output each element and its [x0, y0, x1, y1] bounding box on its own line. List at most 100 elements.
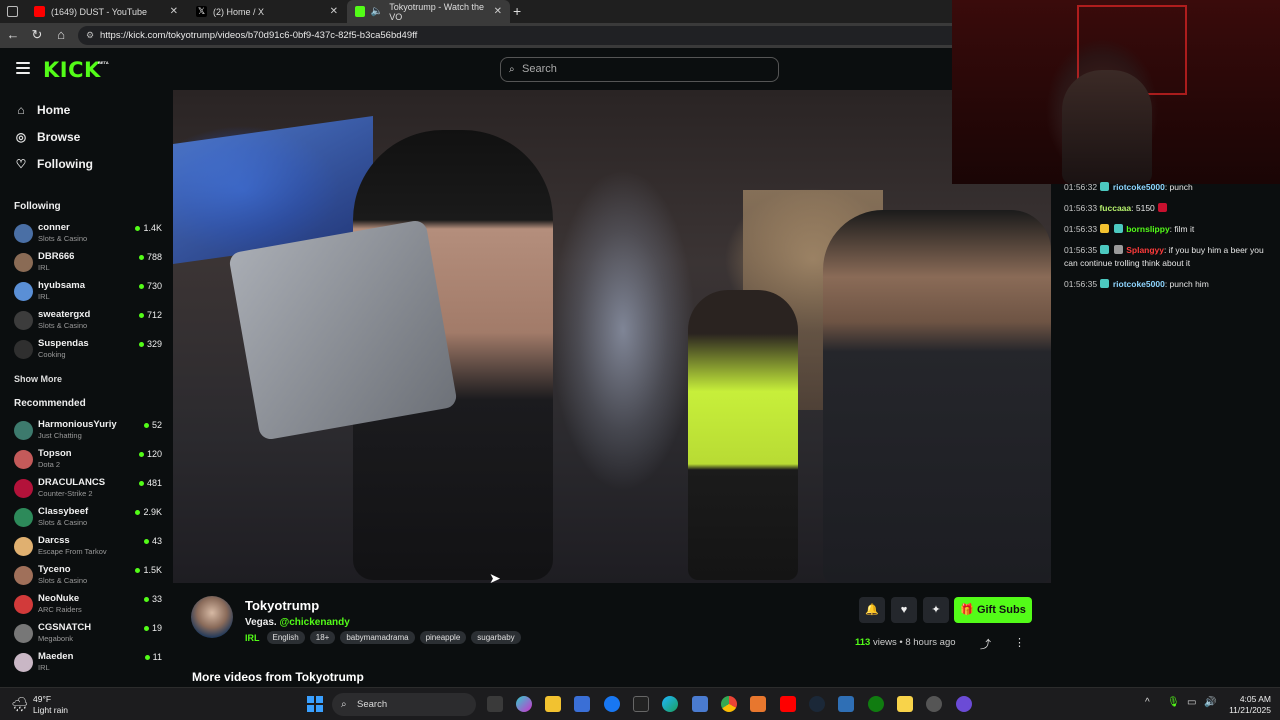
follow-button[interactable]: ♥	[891, 597, 917, 623]
new-tab-icon[interactable]: +	[513, 3, 521, 19]
channel-item[interactable]: Maeden IRL 11	[14, 650, 162, 677]
speaker-icon[interactable]: 🔈	[371, 6, 383, 17]
live-dot	[138, 312, 144, 318]
show-hidden-icons-icon[interactable]: ^	[1145, 697, 1150, 708]
steam-icon[interactable]	[809, 696, 825, 712]
search-icon: ⌕	[341, 699, 347, 710]
channel-item[interactable]: CGSNATCH Megabonk 19	[14, 621, 162, 648]
tag-chip[interactable]: 18+	[309, 631, 336, 644]
live-dot	[135, 225, 141, 231]
share-icon[interactable]: ⤴	[980, 636, 991, 652]
tab-kick[interactable]: 🔈 Tokyotrump - Watch the VO ✕	[347, 0, 510, 23]
site-info-icon[interactable]: ⚙	[86, 26, 94, 45]
notification-bell-button[interactable]: 🔔	[859, 597, 885, 623]
show-more-link[interactable]: Show More	[14, 374, 62, 384]
tag-chip[interactable]: pineapple	[419, 631, 467, 644]
url-text: https://kick.com/tokyotrump/videos/b70d9…	[100, 30, 418, 41]
facebook-icon[interactable]	[604, 696, 620, 712]
channel-item[interactable]: Tyceno Slots & Casino 1.5K	[14, 563, 162, 590]
gift-subs-button[interactable]: 🎁 Gift Subs	[954, 597, 1032, 623]
channel-item[interactable]: NeoNuke ARC Raiders 33	[14, 592, 162, 619]
channel-item[interactable]: Classybeef Slots & Casino 2.9K	[14, 505, 162, 532]
streamer-name[interactable]: Tokyotrump	[245, 598, 319, 613]
chat-username[interactable]: riotcoke5000	[1113, 279, 1165, 289]
store-icon[interactable]	[574, 696, 590, 712]
viewer-count-text: 33	[151, 594, 162, 604]
tag-chip[interactable]: English	[266, 631, 305, 644]
file-explorer-icon[interactable]	[545, 696, 561, 712]
channel-category: Slots & Casino	[38, 518, 88, 527]
windows-start-icon[interactable]	[307, 696, 323, 712]
obs-icon[interactable]	[926, 696, 942, 712]
edge-icon[interactable]	[662, 696, 678, 712]
menu-icon[interactable]	[16, 62, 30, 74]
chrome-icon[interactable]	[721, 696, 737, 712]
viewer-count: 120	[138, 449, 162, 459]
search-input[interactable]: ⌕ Search	[500, 57, 779, 82]
sidebar-item-home[interactable]: ⌂ Home	[14, 100, 70, 120]
video-player[interactable]: ➤	[173, 90, 1051, 583]
clip-button[interactable]: ✦	[923, 597, 949, 623]
channel-category: IRL	[38, 663, 50, 672]
channel-item[interactable]: HarmoniousYuriy Just Chatting 52	[14, 418, 162, 445]
network-icon[interactable]: ▭	[1187, 697, 1196, 708]
taskbar-search-label: Search	[357, 699, 388, 710]
chat-username[interactable]: bornslippy	[1126, 224, 1169, 234]
close-icon[interactable]: ✕	[170, 6, 178, 17]
xbox-icon[interactable]	[868, 696, 884, 712]
chat-username[interactable]: fuccaaa	[1099, 203, 1131, 213]
reload-icon[interactable]: ↻	[29, 27, 45, 43]
channel-item[interactable]: Topson Dota 2 120	[14, 447, 162, 474]
close-icon[interactable]: ✕	[330, 6, 338, 17]
taskbar: 🌧 49°F Light rain ⌕ Search ^ 🎙 ▭ 🔊 4:05 …	[0, 687, 1280, 720]
volume-icon[interactable]: 🔊	[1204, 697, 1216, 708]
channel-item[interactable]: Darcss Escape From Tarkov 43	[14, 534, 162, 561]
tag-chip[interactable]: sugarbaby	[471, 631, 521, 644]
url-field[interactable]: ⚙ https://kick.com/tokyotrump/videos/b70…	[78, 26, 978, 45]
channel-item[interactable]: DBR666 IRL 788	[14, 250, 162, 277]
stream-title-mention[interactable]: @chickenandy	[279, 617, 349, 628]
app-icon[interactable]	[838, 696, 854, 712]
channel-item[interactable]: hyubsama IRL 730	[14, 279, 162, 306]
channel-item[interactable]: Suspendas Cooking 329	[14, 337, 162, 364]
chat-message: 01:56:35 riotcoke5000: punch him	[1064, 278, 1274, 291]
amazon-icon[interactable]	[633, 696, 649, 712]
home-browser-icon[interactable]: ⌂	[53, 27, 69, 43]
vlc-icon[interactable]	[750, 696, 766, 712]
youtube-icon[interactable]	[780, 696, 796, 712]
app-icon[interactable]	[956, 696, 972, 712]
channel-category: Cooking	[38, 350, 66, 359]
calculator-icon[interactable]	[692, 696, 708, 712]
live-dot	[135, 567, 141, 573]
x-logo-icon: 𝕏	[196, 6, 207, 17]
channel-item[interactable]: conner Slots & Casino 1.4K	[14, 221, 162, 248]
chat-username[interactable]: Splangyy	[1126, 245, 1164, 255]
channel-item[interactable]: DRACULANCS Counter-Strike 2 481	[14, 476, 162, 503]
tab-x[interactable]: 𝕏 (2) Home / X ✕	[188, 0, 346, 23]
chat-username[interactable]: riotcoke5000	[1113, 182, 1165, 192]
live-dot	[143, 538, 149, 544]
viewer-count-text: 329	[146, 339, 162, 349]
tag-chip[interactable]: babymamadrama	[340, 631, 415, 644]
sticky-notes-icon[interactable]	[897, 696, 913, 712]
beta-badge: BETA	[98, 60, 109, 65]
system-clock[interactable]: 4:05 AM 11/21/2025	[1225, 694, 1271, 716]
category-link[interactable]: IRL	[245, 633, 260, 643]
sparkle-icon: ✦	[931, 604, 941, 616]
channel-item[interactable]: sweatergxd Slots & Casino 712	[14, 308, 162, 335]
copilot-icon[interactable]	[516, 696, 532, 712]
sidebar-item-following[interactable]: ♡ Following	[14, 154, 93, 174]
taskbar-search[interactable]: ⌕ Search	[332, 693, 476, 716]
sidebar-item-browse[interactable]: ◎ Browse	[14, 127, 81, 147]
back-icon[interactable]: ←	[5, 27, 21, 43]
close-icon[interactable]: ✕	[494, 6, 502, 17]
tab-youtube[interactable]: (1649) DUST - YouTube ✕	[26, 0, 186, 23]
more-options-icon[interactable]: ⋮	[1014, 636, 1025, 649]
task-view-icon[interactable]	[487, 696, 503, 712]
tab-actions-icon[interactable]	[7, 6, 18, 17]
viewer-count: 43	[143, 536, 162, 546]
mic-icon[interactable]: 🎙	[1167, 697, 1180, 708]
kick-logo[interactable]: KICK	[43, 58, 101, 82]
streamer-avatar[interactable]	[191, 596, 233, 638]
channel-category: Counter-Strike 2	[38, 489, 93, 498]
